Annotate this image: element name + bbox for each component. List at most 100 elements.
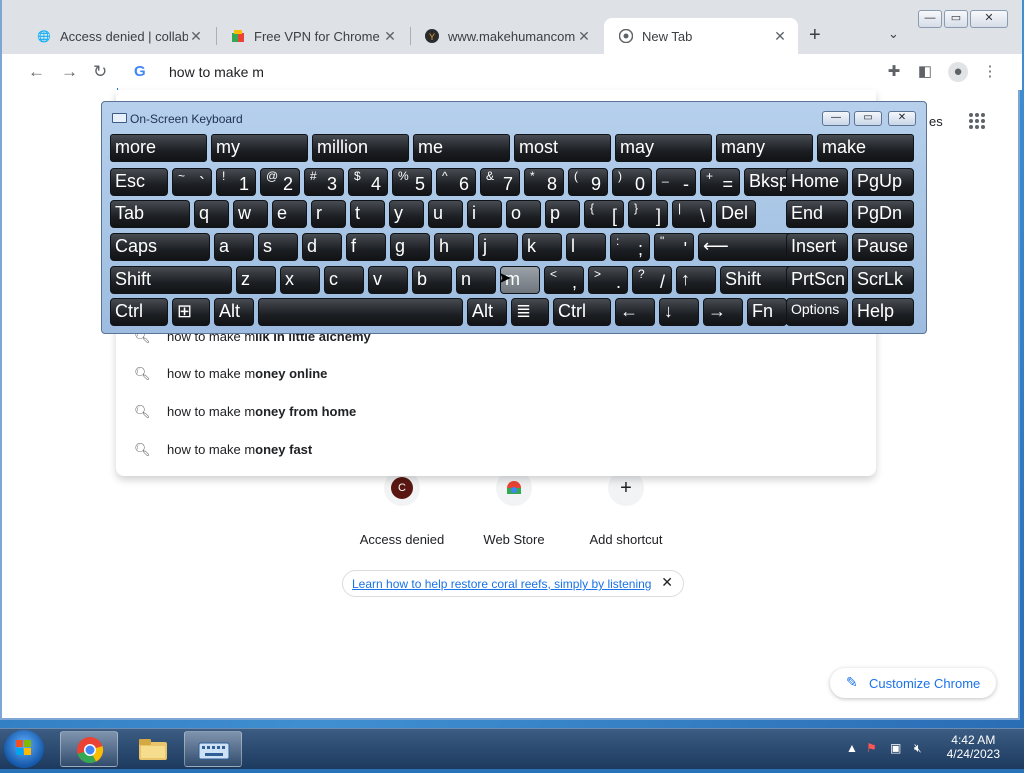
key-h[interactable]: h xyxy=(434,233,474,261)
key-tab[interactable]: Tab xyxy=(110,200,190,228)
shortcut-access-denied[interactable]: C Access denied xyxy=(352,470,452,547)
key-symbol[interactable]: ? / xyxy=(632,266,672,294)
taskbar-chrome-button[interactable] xyxy=(60,731,118,767)
key-symbol[interactable]: ← xyxy=(615,298,655,326)
key-n[interactable]: n xyxy=(456,266,496,294)
key-fn[interactable]: Fn xyxy=(747,298,787,326)
start-button[interactable] xyxy=(4,730,44,768)
key-b[interactable]: b xyxy=(412,266,452,294)
key-pgup[interactable]: PgUp xyxy=(852,168,914,196)
tab-free-vpn[interactable]: Free VPN for Chrome by ✕ xyxy=(216,18,408,54)
minimize-button[interactable]: — xyxy=(918,10,942,28)
network-icon[interactable]: ▣ xyxy=(890,741,901,755)
key-s[interactable]: s xyxy=(258,233,298,261)
key-3[interactable]: #3 xyxy=(304,168,344,196)
back-arrow-icon[interactable]: ← xyxy=(28,62,45,82)
key-symbol[interactable]: ↓ xyxy=(659,298,699,326)
taskbar-osk-button[interactable] xyxy=(184,731,242,767)
key-help[interactable]: Help xyxy=(852,298,914,326)
key-symbol[interactable]: ⊞ xyxy=(172,298,210,326)
key-options[interactable]: Options xyxy=(786,298,848,326)
key-p[interactable]: p xyxy=(545,200,580,228)
key-symbol[interactable]: :; xyxy=(610,233,650,261)
key-space[interactable] xyxy=(258,298,463,326)
key-7[interactable]: & 7 xyxy=(480,168,520,196)
key-d[interactable]: d xyxy=(302,233,342,261)
omnibox-input[interactable]: how to make m xyxy=(169,64,264,80)
clock[interactable]: 4:42 AM 4/24/2023 xyxy=(947,733,1000,761)
osk-minimize-button[interactable]: — xyxy=(822,111,850,126)
key-scrlk[interactable]: ScrLk xyxy=(852,266,914,294)
action-center-flag-icon[interactable]: ⚑ xyxy=(866,741,877,755)
menu-kebab-icon[interactable]: ⋮ xyxy=(980,62,1000,82)
key-a[interactable]: a xyxy=(214,233,254,261)
key-shift[interactable]: Shift xyxy=(110,266,232,294)
key-symbol[interactable]: >. xyxy=(588,266,628,294)
profile-avatar-icon[interactable]: ● xyxy=(948,62,968,82)
close-window-button[interactable]: ✕ xyxy=(970,10,1008,28)
suggestion-item[interactable]: 🔍︎ how to make money from home xyxy=(116,393,876,431)
key-symbol[interactable]: | \ xyxy=(672,200,712,228)
key-z[interactable]: z xyxy=(236,266,276,294)
tab-search-chevron-icon[interactable]: ⌄ xyxy=(888,26,899,42)
key-pause[interactable]: Pause xyxy=(852,233,914,261)
key-symbol[interactable]: ⟵ xyxy=(698,233,798,261)
taskbar-explorer-button[interactable] xyxy=(122,731,180,767)
suggestion-item[interactable]: 🔍︎ how to make money fast xyxy=(116,431,876,469)
new-tab-plus-icon[interactable]: + xyxy=(809,24,821,47)
key-prtscn[interactable]: PrtScn xyxy=(786,266,848,294)
key-symbol[interactable]: → xyxy=(703,298,743,326)
partial-link-text[interactable]: es xyxy=(929,114,943,129)
key-w[interactable]: w xyxy=(233,200,268,228)
key-l[interactable]: l xyxy=(566,233,606,261)
tab-close-icon[interactable]: ✕ xyxy=(188,28,204,45)
extensions-puzzle-icon[interactable]: ✚ xyxy=(884,62,904,82)
suggestion-item[interactable]: 🔍︎ how to make money online xyxy=(116,355,876,393)
key-2[interactable]: @2 xyxy=(260,168,300,196)
promo-close-icon[interactable]: ✕ xyxy=(661,574,673,591)
key-alt[interactable]: Alt xyxy=(214,298,254,326)
prediction-most[interactable]: most xyxy=(514,134,611,162)
key-v[interactable]: v xyxy=(368,266,408,294)
key-6[interactable]: ^ 6 xyxy=(436,168,476,196)
osk-close-button[interactable]: ✕ xyxy=(888,111,916,126)
key-u[interactable]: u xyxy=(428,200,463,228)
key-e[interactable]: e xyxy=(272,200,307,228)
key-j[interactable]: j xyxy=(478,233,518,261)
key-ctrl[interactable]: Ctrl xyxy=(553,298,611,326)
key-8[interactable]: * 8 xyxy=(524,168,564,196)
key-symbol[interactable]: ~ ` xyxy=(172,168,212,196)
key-end[interactable]: End xyxy=(786,200,848,228)
key-symbol[interactable]: {[ xyxy=(584,200,624,228)
shortcut-web-store[interactable]: Web Store xyxy=(464,470,564,547)
prediction-many[interactable]: many xyxy=(716,134,813,162)
key-c[interactable]: c xyxy=(324,266,364,294)
key-9[interactable]: (9 xyxy=(568,168,608,196)
key-home[interactable]: Home xyxy=(786,168,848,196)
promo-link[interactable]: Learn how to help restore coral reefs, s… xyxy=(352,577,651,591)
side-panel-icon[interactable]: ◧ xyxy=(915,62,935,82)
key-q[interactable]: q xyxy=(194,200,229,228)
tray-expand-icon[interactable]: ▲ xyxy=(846,741,858,755)
reload-icon[interactable]: ↻ xyxy=(93,62,107,82)
key-y[interactable]: y xyxy=(389,200,424,228)
tab-close-icon[interactable]: ✕ xyxy=(576,28,592,45)
key-symbol[interactable]: " ' xyxy=(654,233,694,261)
key-symbol[interactable]: ↑ xyxy=(676,266,716,294)
tab-access-denied[interactable]: 🌐 Access denied | collabvm ✕ xyxy=(22,18,214,54)
prediction-me[interactable]: me xyxy=(413,134,510,162)
key-pgdn[interactable]: PgDn xyxy=(852,200,914,228)
tab-new-tab[interactable]: New Tab ✕ xyxy=(604,18,798,54)
prediction-make[interactable]: make xyxy=(817,134,914,162)
prediction-my[interactable]: my xyxy=(211,134,308,162)
key-symbol[interactable]: _ - xyxy=(656,168,696,196)
forward-arrow-icon[interactable]: → xyxy=(61,62,78,82)
key-k[interactable]: k xyxy=(522,233,562,261)
key-o[interactable]: o xyxy=(506,200,541,228)
key-symbol[interactable]: }] xyxy=(628,200,668,228)
volume-muted-icon[interactable]: 🔇︎ xyxy=(914,741,922,756)
key-0[interactable]: ) 0 xyxy=(612,168,652,196)
omnibox[interactable]: G how to make m xyxy=(118,54,878,90)
key-symbol[interactable]: <, xyxy=(544,266,584,294)
tab-close-icon[interactable]: ✕ xyxy=(772,28,788,45)
